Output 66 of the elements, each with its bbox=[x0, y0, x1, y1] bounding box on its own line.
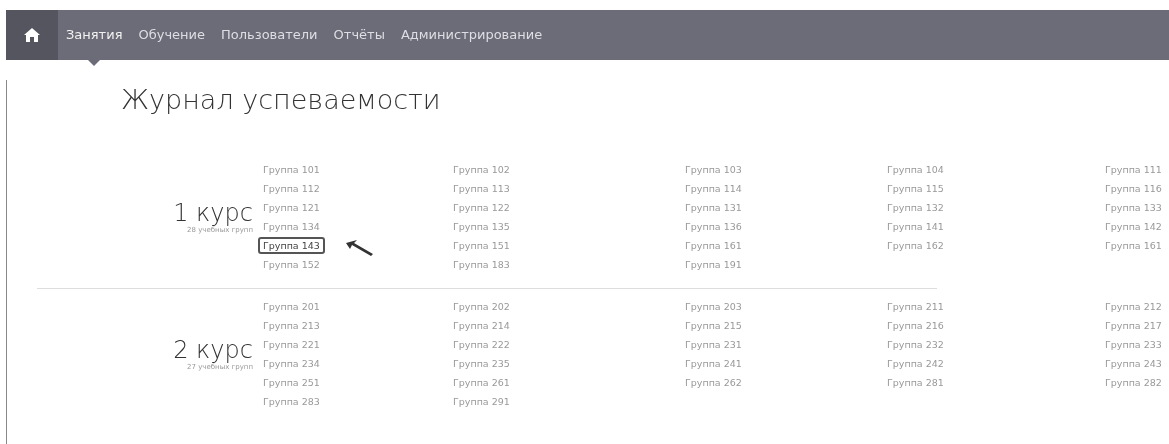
group-link[interactable]: Группа 151 bbox=[450, 239, 513, 252]
group-link[interactable]: Группа 216 bbox=[884, 319, 947, 332]
group-link[interactable]: Группа 104 bbox=[884, 163, 947, 176]
group-link[interactable]: Группа 203 bbox=[682, 300, 745, 313]
group-link[interactable]: Группа 242 bbox=[884, 357, 947, 370]
home-icon bbox=[24, 28, 40, 42]
group-link[interactable]: Группа 221 bbox=[260, 338, 323, 351]
group-link[interactable]: Группа 231 bbox=[682, 338, 745, 351]
group-link[interactable]: Группа 214 bbox=[450, 319, 513, 332]
group-link[interactable]: Группа 234 bbox=[260, 357, 323, 370]
home-button[interactable] bbox=[6, 10, 58, 60]
group-link[interactable]: Группа 161 bbox=[682, 239, 745, 252]
group-link[interactable]: Группа 113 bbox=[450, 182, 513, 195]
group-link[interactable]: Группа 115 bbox=[884, 182, 947, 195]
group-link[interactable]: Группа 161 bbox=[1102, 239, 1165, 252]
group-link[interactable]: Группа 281 bbox=[884, 376, 947, 389]
group-link[interactable]: Группа 235 bbox=[450, 357, 513, 370]
group-link[interactable]: Группа 103 bbox=[682, 163, 745, 176]
course-title: 2 курс bbox=[172, 337, 253, 363]
group-link[interactable]: Группа 133 bbox=[1102, 201, 1165, 214]
group-link[interactable]: Группа 211 bbox=[884, 300, 947, 313]
group-link[interactable]: Группа 101 bbox=[260, 163, 323, 176]
group-link[interactable]: Группа 131 bbox=[682, 201, 745, 214]
group-link[interactable]: Группа 217 bbox=[1102, 319, 1165, 332]
group-link[interactable]: Группа 291 bbox=[450, 395, 513, 408]
group-link[interactable]: Группа 233 bbox=[1102, 338, 1165, 351]
group-link[interactable]: Группа 116 bbox=[1102, 182, 1165, 195]
nav-tab[interactable]: Администрирование bbox=[392, 10, 551, 60]
group-link[interactable]: Группа 282 bbox=[1102, 376, 1165, 389]
group-link[interactable]: Группа 142 bbox=[1102, 220, 1165, 233]
group-link[interactable]: Группа 262 bbox=[682, 376, 745, 389]
group-link[interactable]: Группа 102 bbox=[450, 163, 513, 176]
group-link[interactable]: Группа 283 bbox=[260, 395, 323, 408]
group-link[interactable]: Группа 201 bbox=[260, 300, 323, 313]
group-link[interactable]: Группа 136 bbox=[682, 220, 745, 233]
group-link[interactable]: Группа 251 bbox=[260, 376, 323, 389]
pointer-icon bbox=[345, 239, 375, 257]
nav-tab[interactable]: Пользователи bbox=[213, 10, 326, 60]
page-title: Журнал успеваемости bbox=[121, 83, 441, 117]
group-link[interactable]: Группа 232 bbox=[884, 338, 947, 351]
group-link[interactable]: Группа 134 bbox=[260, 220, 323, 233]
group-link[interactable]: Группа 215 bbox=[682, 319, 745, 332]
group-link[interactable]: Группа 132 bbox=[884, 201, 947, 214]
group-link[interactable]: Группа 241 bbox=[682, 357, 745, 370]
group-link[interactable]: Группа 112 bbox=[260, 182, 323, 195]
nav-tab[interactable]: Отчёты bbox=[325, 10, 393, 60]
nav-tab[interactable]: Занятия bbox=[58, 10, 131, 60]
course-title: 1 курс bbox=[172, 200, 253, 226]
group-link[interactable]: Группа 152 bbox=[260, 258, 323, 271]
group-link[interactable]: Группа 183 bbox=[450, 258, 513, 271]
group-link[interactable]: Группа 143 bbox=[258, 237, 325, 254]
group-link[interactable]: Группа 121 bbox=[260, 201, 323, 214]
group-link[interactable]: Группа 243 bbox=[1102, 357, 1165, 370]
group-link[interactable]: Группа 141 bbox=[884, 220, 947, 233]
group-link[interactable]: Группа 222 bbox=[450, 338, 513, 351]
group-link[interactable]: Группа 212 bbox=[1102, 300, 1165, 313]
group-link[interactable]: Группа 191 bbox=[682, 258, 745, 271]
group-link[interactable]: Группа 213 bbox=[260, 319, 323, 332]
group-link[interactable]: Группа 122 bbox=[450, 201, 513, 214]
nav-tab[interactable]: Обучение bbox=[130, 10, 214, 60]
group-link[interactable]: Группа 261 bbox=[450, 376, 513, 389]
group-link[interactable]: Группа 162 bbox=[884, 239, 947, 252]
group-link[interactable]: Группа 114 bbox=[682, 182, 745, 195]
group-link[interactable]: Группа 111 bbox=[1102, 163, 1165, 176]
group-link[interactable]: Группа 202 bbox=[450, 300, 513, 313]
group-link[interactable]: Группа 135 bbox=[450, 220, 513, 233]
